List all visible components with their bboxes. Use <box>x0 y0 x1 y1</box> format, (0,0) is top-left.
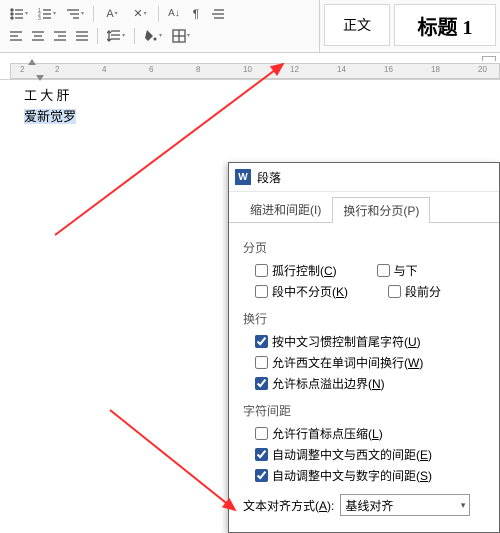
text-alignment-label: 文本对齐方式(A): <box>243 497 334 514</box>
style-heading1[interactable]: 标题 1 <box>394 4 496 46</box>
section-pagination-header: 分页 <box>243 239 485 256</box>
ruler[interactable]: 2 2 4 6 8 10 12 14 16 18 20 <box>0 61 500 80</box>
checkbox-keep-with-next[interactable]: 与下 <box>377 262 418 279</box>
align-left-button[interactable] <box>6 26 26 46</box>
checkbox-cjk-digit-spacing[interactable]: 自动调整中文与数字的间距(S) <box>255 467 432 484</box>
section-spacing-header: 字符间距 <box>243 402 485 419</box>
paragraph-dialog: W 段落 缩进和间距(I) 换行和分页(P) 分页 孤行控制(C) 与下 段中不… <box>228 162 500 533</box>
hanging-indent-marker[interactable] <box>36 75 44 81</box>
dialog-title: 段落 <box>257 169 281 186</box>
svg-text:3: 3 <box>38 16 41 21</box>
borders-button[interactable] <box>168 26 194 46</box>
style-gallery: 正文 标题 1 <box>320 0 500 52</box>
tab-indent-spacing[interactable]: 缩进和间距(I) <box>239 196 332 222</box>
align-center-button[interactable] <box>28 26 48 46</box>
checkbox-cjk-latin-spacing[interactable]: 自动调整中文与西文的间距(E) <box>255 446 432 463</box>
bullets-button[interactable] <box>6 4 32 24</box>
word-app-icon: W <box>235 169 251 185</box>
text-direction-button[interactable]: A <box>99 4 125 24</box>
sort-button[interactable]: A↓ <box>164 4 184 24</box>
dialog-tabs: 缩进和间距(I) 换行和分页(P) <box>229 192 499 223</box>
checkbox-cjk-wrap[interactable]: 按中文习惯控制首尾字符(U) <box>255 333 421 350</box>
tab-line-page-breaks[interactable]: 换行和分页(P) <box>332 197 430 223</box>
show-marks-button[interactable]: ¶ <box>186 4 206 24</box>
shading-button[interactable] <box>140 26 166 46</box>
checkbox-page-break-before[interactable]: 段前分 <box>388 283 441 300</box>
align-justify-button[interactable] <box>72 26 92 46</box>
multilevel-list-button[interactable] <box>62 4 88 24</box>
dialog-panel: 分页 孤行控制(C) 与下 段中不分页(K) 段前分 换行 按中文习惯控制首尾字… <box>229 223 499 526</box>
asian-layout-button[interactable]: ✕ <box>127 4 153 24</box>
checkbox-keep-lines-together[interactable]: 段中不分页(K) <box>255 283 348 300</box>
section-wrap-header: 换行 <box>243 310 485 327</box>
checkbox-hanging-punct[interactable]: 允许标点溢出边界(N) <box>255 375 385 392</box>
style-normal[interactable]: 正文 <box>324 4 390 46</box>
indent-decrease-button[interactable] <box>208 4 228 24</box>
text-alignment-combo[interactable]: 基线对齐 <box>340 494 470 516</box>
dialog-titlebar[interactable]: W 段落 <box>229 163 499 192</box>
checkbox-widow-control[interactable]: 孤行控制(C) <box>255 262 337 279</box>
line-spacing-button[interactable] <box>103 26 129 46</box>
ribbon: 123 A ✕ A↓ ¶ 正文 标题 1 <box>0 0 500 53</box>
ribbon-paragraph-group: 123 A ✕ A↓ ¶ <box>0 0 320 52</box>
checkbox-compress-punct[interactable]: 允许行首标点压缩(L) <box>255 425 383 442</box>
checkbox-latin-wrap[interactable]: 允许西文在单词中间换行(W) <box>255 354 423 371</box>
document-body[interactable]: 工 大 肝 爱新觉罗 <box>0 80 500 128</box>
text-line: 工 大 肝 <box>24 86 500 107</box>
numbering-button[interactable]: 123 <box>34 4 60 24</box>
text-line-selected: 爱新觉罗 <box>24 107 500 128</box>
align-right-button[interactable] <box>50 26 70 46</box>
first-line-indent-marker[interactable] <box>28 59 36 65</box>
